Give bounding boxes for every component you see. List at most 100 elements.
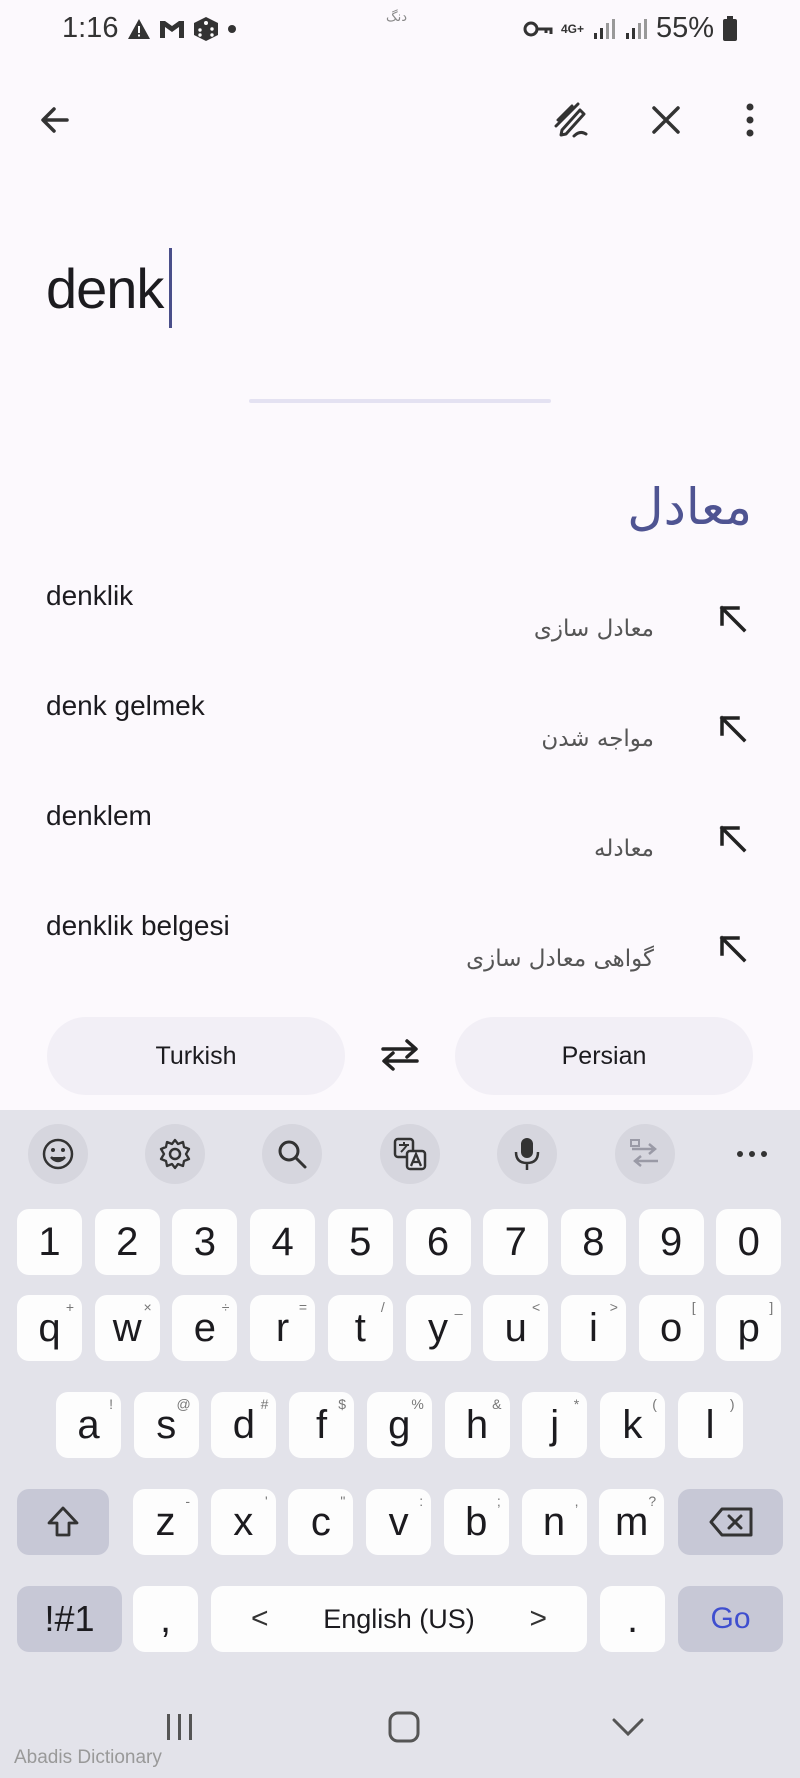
key-e[interactable]: e ÷ xyxy=(172,1295,238,1361)
go-key[interactable]: Go xyxy=(678,1586,783,1652)
keyboard-settings-button[interactable] xyxy=(145,1124,205,1184)
key-3-label: 3 xyxy=(193,1219,217,1264)
key-k-label: k xyxy=(622,1402,643,1447)
key-z[interactable]: z- xyxy=(133,1489,198,1555)
search-underline xyxy=(249,399,551,403)
hide-keyboard-button[interactable] xyxy=(598,1702,658,1752)
key-m-label: m xyxy=(615,1499,649,1544)
key-2[interactable]: 2 xyxy=(94,1209,160,1275)
keyboard-translate-button[interactable] xyxy=(380,1124,440,1184)
signal-icon xyxy=(593,18,615,39)
key-i[interactable]: i > xyxy=(560,1295,626,1361)
handwriting-button[interactable] xyxy=(544,92,600,148)
key-5[interactable]: 5 xyxy=(327,1209,393,1275)
space-key[interactable]: English (US) < > xyxy=(211,1586,587,1652)
key-c-label: c xyxy=(310,1499,331,1544)
key-7-label: 7 xyxy=(504,1219,527,1264)
back-button[interactable] xyxy=(27,92,83,148)
status-right-icons: 4G+ 55% xyxy=(523,12,738,45)
key-d[interactable]: d # xyxy=(211,1392,277,1458)
voice-input-button[interactable] xyxy=(497,1124,557,1184)
key-b[interactable]: b; xyxy=(443,1489,509,1555)
key-m[interactable]: m? xyxy=(599,1489,665,1555)
key-n-secondary: , xyxy=(574,1493,579,1509)
result-word: denklik xyxy=(46,580,134,611)
key-q[interactable]: q + xyxy=(17,1295,82,1361)
key-y-secondary: _ xyxy=(454,1299,463,1315)
swap-languages-button[interactable] xyxy=(376,1035,424,1075)
period-key-label: . xyxy=(626,1596,639,1641)
result-item[interactable]: denklem معادله xyxy=(0,788,800,898)
key-v-secondary: : xyxy=(419,1493,424,1509)
arrow-up-left-icon[interactable] xyxy=(712,708,752,748)
clear-button[interactable] xyxy=(638,92,694,148)
result-item[interactable]: denk gelmek مواجه شدن xyxy=(0,678,800,788)
search-field[interactable]: denk xyxy=(0,220,800,360)
key-8[interactable]: 8 xyxy=(560,1209,626,1275)
key-p[interactable]: p] xyxy=(716,1295,782,1361)
arrow-up-left-icon[interactable] xyxy=(712,818,752,858)
result-item[interactable]: denklik معادل سازی xyxy=(0,568,800,678)
key-l[interactable]: l) xyxy=(677,1392,743,1458)
backspace-key[interactable] xyxy=(678,1489,783,1555)
key-t[interactable]: t / xyxy=(327,1295,393,1361)
key-r[interactable]: r = xyxy=(250,1295,316,1361)
language-bar: Turkish Persian xyxy=(0,1015,800,1095)
target-language-button[interactable]: Persian xyxy=(455,1017,753,1095)
dice-icon xyxy=(194,17,218,41)
key-y[interactable]: y _ xyxy=(405,1295,471,1361)
key-1[interactable]: 1 xyxy=(17,1209,82,1275)
key-o[interactable]: o[ xyxy=(638,1295,704,1361)
key-f[interactable]: f $ xyxy=(289,1392,355,1458)
emoji-button[interactable] xyxy=(28,1124,88,1184)
key-6[interactable]: 6 xyxy=(405,1209,471,1275)
recents-icon xyxy=(167,1714,192,1740)
mic-icon xyxy=(514,1138,540,1170)
search-input[interactable]: denk xyxy=(46,256,164,321)
source-language-button[interactable]: Turkish xyxy=(47,1017,345,1095)
key-a[interactable]: a! xyxy=(56,1392,121,1458)
keyboard-search-button[interactable] xyxy=(262,1124,322,1184)
key-k[interactable]: k( xyxy=(599,1392,665,1458)
key-n[interactable]: n, xyxy=(521,1489,587,1555)
recents-button[interactable] xyxy=(150,1702,210,1752)
comma-key[interactable]: , xyxy=(133,1586,198,1652)
key-j[interactable]: j * xyxy=(522,1392,588,1458)
key-c[interactable]: c " xyxy=(288,1489,354,1555)
arrow-up-left-icon[interactable] xyxy=(712,928,752,968)
keyboard: 1 2 3 4 5 6 7 8 9 0 q + w × e ÷ r = t / y _ u < i > o[p] a! s @ d # f $ g%… xyxy=(0,1110,800,1778)
key-7[interactable]: 7 xyxy=(483,1209,549,1275)
more-tools-button[interactable] xyxy=(722,1126,782,1182)
home-icon xyxy=(388,1711,420,1743)
key-4[interactable]: 4 xyxy=(250,1209,316,1275)
arrow-up-left-icon[interactable] xyxy=(712,598,752,638)
key-d-label: d xyxy=(232,1402,256,1447)
period-key[interactable]: . xyxy=(600,1586,665,1652)
convert-button[interactable] xyxy=(615,1124,675,1184)
key-h[interactable]: h & xyxy=(444,1392,510,1458)
result-item[interactable]: denklik belgesi گواهی معادل سازی xyxy=(0,898,800,1008)
more-options-button[interactable] xyxy=(722,92,778,148)
key-q-label: q xyxy=(38,1305,61,1350)
key-w[interactable]: w × xyxy=(94,1295,160,1361)
key-l-label: l xyxy=(705,1402,715,1447)
result-word: denklem xyxy=(46,800,152,831)
key-u[interactable]: u < xyxy=(483,1295,549,1361)
status-bar: 1:16 دنگ 4G+ 55% xyxy=(0,0,800,58)
key-x[interactable]: x ' xyxy=(210,1489,276,1555)
comma-key-label: , xyxy=(159,1596,172,1641)
key-r-label: r xyxy=(275,1305,290,1350)
key-s[interactable]: s @ xyxy=(133,1392,199,1458)
key-3[interactable]: 3 xyxy=(172,1209,238,1275)
network-type: 4G+ xyxy=(560,21,584,36)
key-0[interactable]: 0 xyxy=(716,1209,782,1275)
shift-key[interactable] xyxy=(17,1489,109,1555)
key-g[interactable]: g% xyxy=(366,1392,432,1458)
key-v[interactable]: v: xyxy=(366,1489,432,1555)
settings-icon xyxy=(159,1138,191,1170)
symbols-key[interactable]: !#1 xyxy=(17,1586,122,1652)
shift-icon xyxy=(47,1506,79,1537)
key-9[interactable]: 9 xyxy=(638,1209,704,1275)
home-button[interactable] xyxy=(374,1702,434,1752)
key-y-label: y xyxy=(428,1305,448,1350)
